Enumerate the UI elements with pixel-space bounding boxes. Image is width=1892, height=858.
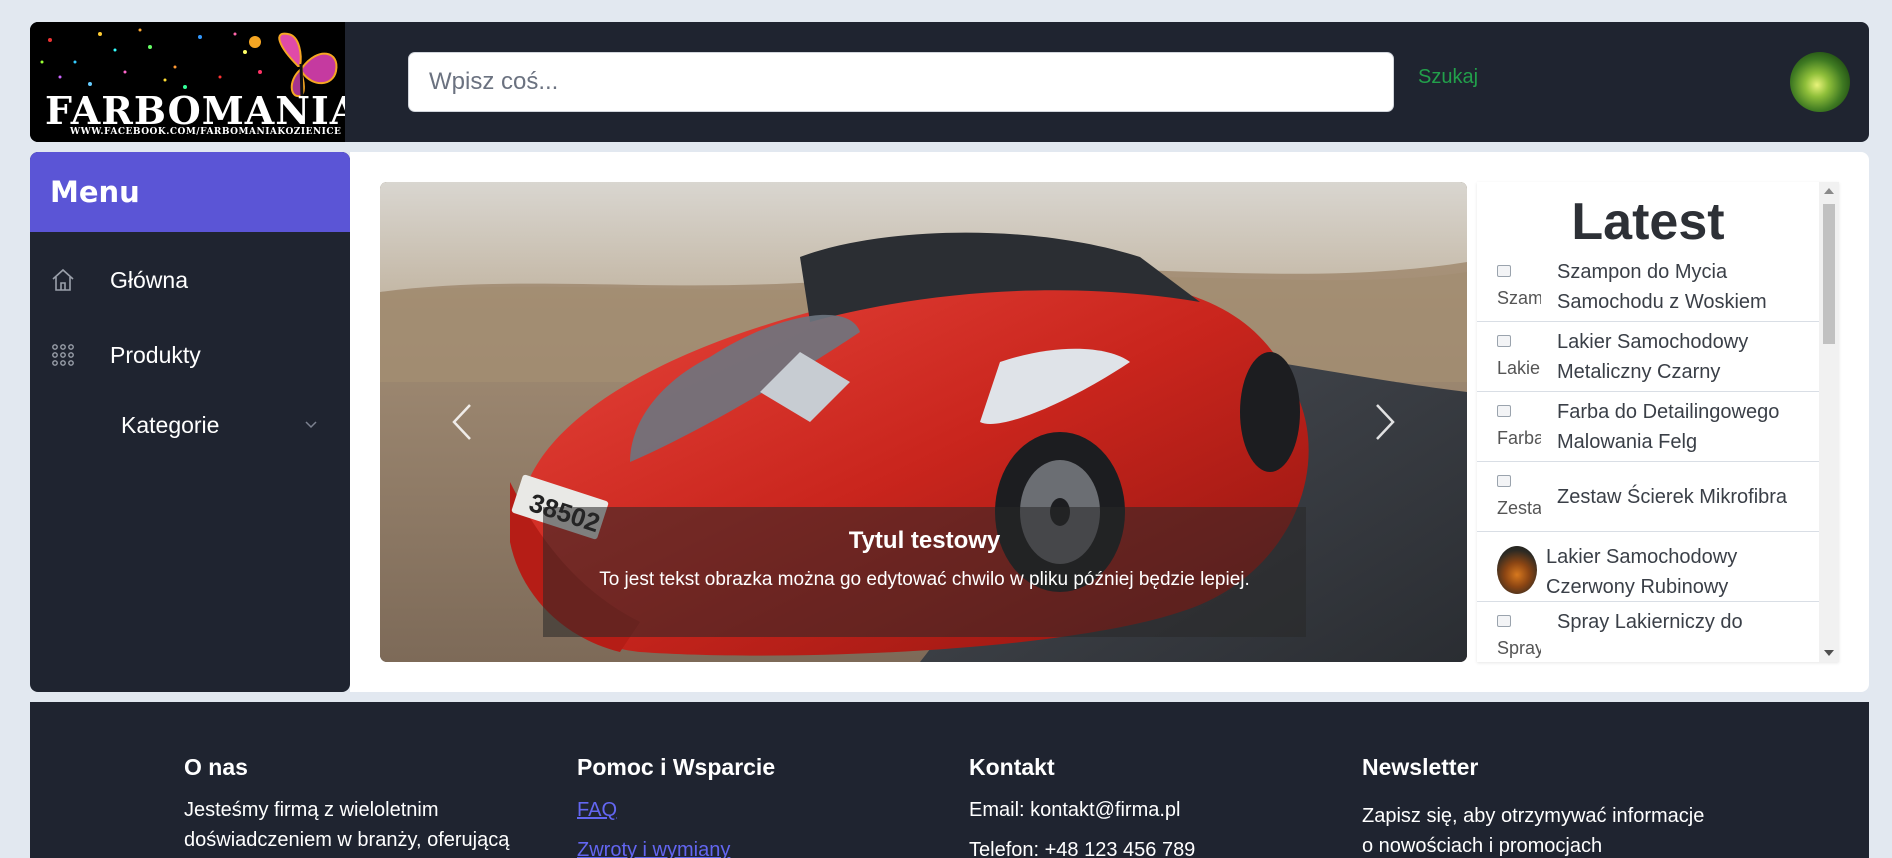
sidebar: Menu Główna Produkty Kategorie: [30, 152, 350, 692]
image-carousel[interactable]: 38502 Tytul testowy To jest tekst obrazk…: [380, 182, 1467, 662]
scroll-up-icon[interactable]: [1824, 188, 1834, 194]
list-item[interactable]: Szam Szampon do Mycia Samochodu z Woskie…: [1477, 252, 1819, 322]
brand-subtext: WWW.FACEBOOK.COM/FARBOMANIAKOZIENICE: [70, 127, 342, 137]
carousel-next-button[interactable]: [1365, 397, 1405, 447]
sidebar-item-label: Główna: [110, 266, 188, 293]
chevron-down-icon: [305, 421, 317, 429]
footer-newsletter-title: Newsletter: [1362, 754, 1479, 780]
caption-text: To jest tekst obrazka można go edytować …: [599, 569, 1250, 590]
product-name: Spray Lakierniczy do: [1557, 611, 1743, 633]
broken-image-icon: Spray: [1497, 615, 1541, 659]
sidebar-item-produkty[interactable]: Produkty: [30, 330, 350, 380]
faq-link[interactable]: FAQ: [577, 795, 937, 825]
contact-email: Email: kontakt@firma.pl: [969, 799, 1181, 821]
broken-image-icon: Farba: [1497, 405, 1541, 449]
sidebar-header: Menu: [30, 152, 350, 232]
broken-image-icon: Zesta: [1497, 475, 1541, 519]
list-item[interactable]: Zesta Zestaw Ścierek Mikrofibra: [1477, 462, 1819, 532]
latest-scrollbar[interactable]: [1819, 182, 1839, 662]
search-button[interactable]: Szukaj: [1418, 66, 1478, 89]
list-item[interactable]: Farba Farba do Detailingowego Malowania …: [1477, 392, 1819, 462]
carousel-caption: Tytul testowy To jest tekst obrazka możn…: [543, 507, 1306, 637]
footer: O nas Jesteśmy firmą z wieloletnim doświ…: [30, 702, 1869, 858]
footer-about-title: O nas: [184, 754, 248, 780]
sidebar-title: Menu: [50, 175, 140, 209]
sidebar-item-label: Produkty: [110, 341, 201, 368]
product-name: Szampon do Mycia Samochodu z Woskiem: [1557, 261, 1767, 313]
newsletter-text: o nowościach i promocjach: [1362, 835, 1603, 857]
scroll-down-icon[interactable]: [1824, 650, 1834, 656]
sidebar-item-label: Kategorie: [121, 411, 220, 438]
product-name: Zestaw Ścierek Mikrofibra: [1557, 486, 1788, 508]
footer-contact: Kontakt Email: kontakt@firma.pl Telefon:…: [969, 754, 1329, 858]
contact-phone: Telefon: +48 123 456 789: [969, 839, 1196, 858]
list-item[interactable]: Lakier Samochodowy Czerwony Rubinowy: [1477, 532, 1819, 602]
list-item[interactable]: Lakie Lakier Samochodowy Metaliczny Czar…: [1477, 322, 1819, 392]
product-thumbnail: [1497, 546, 1537, 594]
sidebar-item-glowna[interactable]: Główna: [30, 255, 350, 305]
home-icon: [52, 268, 74, 291]
broken-image-icon: Szam: [1497, 265, 1541, 309]
footer-about: O nas Jesteśmy firmą z wieloletnim doświ…: [184, 754, 544, 855]
footer-about-text: doświadczeniem w branży, oferującą: [184, 829, 510, 851]
footer-help: Pomoc i Wsparcie FAQ Zwroty i wymiany: [577, 754, 937, 858]
footer-contact-title: Kontakt: [969, 754, 1055, 780]
broken-image-icon: Lakie: [1497, 335, 1541, 379]
grid-dots-icon: [52, 344, 74, 366]
search-input[interactable]: [408, 52, 1394, 112]
product-name: Lakier Samochodowy Metaliczny Czarny: [1557, 331, 1749, 383]
scrollbar-thumb[interactable]: [1823, 204, 1835, 344]
footer-newsletter: Newsletter Zapisz się, aby otrzymywać in…: [1362, 754, 1762, 858]
product-name: Lakier Samochodowy Czerwony Rubinowy: [1546, 546, 1738, 598]
latest-title: Latest: [1571, 193, 1725, 251]
latest-panel[interactable]: Latest Szam Szampon do Mycia Samochodu z…: [1477, 182, 1839, 662]
carousel-prev-button[interactable]: [442, 397, 482, 447]
sidebar-item-kategorie[interactable]: Kategorie: [30, 400, 350, 450]
main-content: 38502 Tytul testowy To jest tekst obrazk…: [350, 152, 1869, 692]
footer-help-title: Pomoc i Wsparcie: [577, 754, 776, 780]
footer-about-text: Jesteśmy firmą z wieloletnim: [184, 799, 439, 821]
newsletter-text: Zapisz się, aby otrzymywać informacje: [1362, 805, 1705, 827]
header: FARBOMANIA WWW.FACEBOOK.COM/FARBOMANIAKO…: [30, 22, 1869, 142]
list-item[interactable]: Spray Spray Lakierniczy do: [1477, 602, 1819, 662]
caption-title: Tytul testowy: [848, 527, 1001, 554]
avatar[interactable]: [1790, 52, 1850, 112]
logo[interactable]: FARBOMANIA WWW.FACEBOOK.COM/FARBOMANIAKO…: [30, 22, 345, 142]
returns-link[interactable]: Zwroty i wymiany: [577, 835, 937, 858]
product-name: Farba do Detailingowego Malowania Felg: [1557, 401, 1780, 453]
